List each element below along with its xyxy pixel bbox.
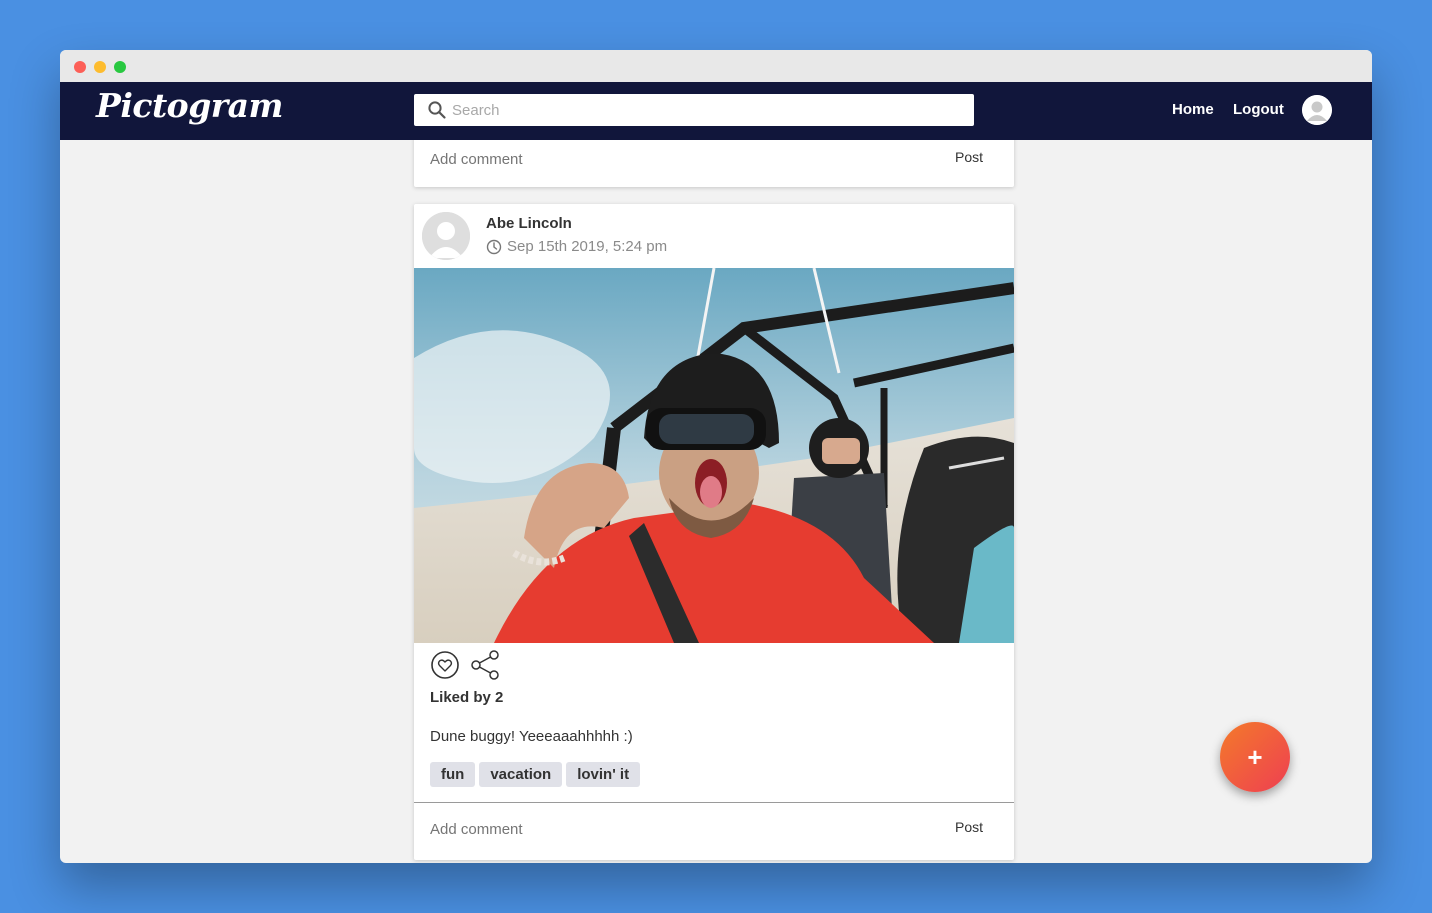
comment-row: Post bbox=[414, 804, 1014, 860]
heart-icon[interactable] bbox=[430, 650, 460, 680]
tag-chip[interactable]: vacation bbox=[479, 762, 563, 787]
maximize-window-button[interactable] bbox=[114, 61, 126, 73]
search-input[interactable] bbox=[452, 94, 962, 126]
post-photo-illustration bbox=[414, 268, 1014, 643]
likes-count[interactable]: Liked by 2 bbox=[430, 689, 503, 706]
create-post-button[interactable]: + bbox=[1220, 722, 1290, 792]
divider bbox=[414, 802, 1014, 803]
clock-icon bbox=[486, 239, 502, 254]
top-navbar: Pictogram Home Logout bbox=[60, 82, 1372, 140]
comment-input[interactable] bbox=[430, 148, 910, 170]
post-author-name[interactable]: Abe Lincoln bbox=[486, 215, 572, 232]
author-silhouette-icon bbox=[422, 212, 470, 260]
minimize-window-button[interactable] bbox=[94, 61, 106, 73]
share-icon[interactable] bbox=[470, 650, 502, 680]
comment-row: Post bbox=[414, 140, 1014, 194]
post-timestamp-text: Sep 15th 2019, 5:24 pm bbox=[507, 238, 668, 255]
post-photo[interactable] bbox=[414, 268, 1014, 643]
comment-input[interactable] bbox=[430, 818, 910, 840]
close-window-button[interactable] bbox=[74, 61, 86, 73]
user-avatar[interactable] bbox=[1302, 95, 1332, 125]
nav-logout-link[interactable]: Logout bbox=[1233, 101, 1284, 118]
tag-chip[interactable]: fun bbox=[430, 762, 476, 787]
app-logo[interactable]: Pictogram bbox=[96, 86, 283, 125]
post-caption: Dune buggy! Yeeeaaahhhhh :) bbox=[430, 728, 633, 745]
previous-post-card: Post bbox=[414, 140, 1014, 187]
post-tags: fun vacation lovin' it bbox=[430, 762, 641, 787]
post-card: Abe Lincoln Sep 15th 2019, 5:24 pm Liked… bbox=[414, 204, 1014, 860]
browser-window: Pictogram Home Logout Post bbox=[60, 50, 1372, 863]
nav-home-link[interactable]: Home bbox=[1172, 101, 1214, 118]
post-timestamp: Sep 15th 2019, 5:24 pm bbox=[486, 238, 667, 255]
tag-chip[interactable]: lovin' it bbox=[566, 762, 641, 787]
author-avatar[interactable] bbox=[422, 212, 470, 260]
search-bar bbox=[414, 94, 974, 126]
post-comment-button[interactable]: Post bbox=[955, 819, 983, 835]
post-comment-button[interactable]: Post bbox=[955, 149, 983, 165]
feed: Post Abe Lincoln Sep 15th 2019, 5:24 pm bbox=[60, 140, 1372, 863]
search-icon bbox=[428, 101, 446, 119]
window-titlebar bbox=[60, 50, 1372, 82]
user-silhouette-icon bbox=[1302, 95, 1332, 125]
